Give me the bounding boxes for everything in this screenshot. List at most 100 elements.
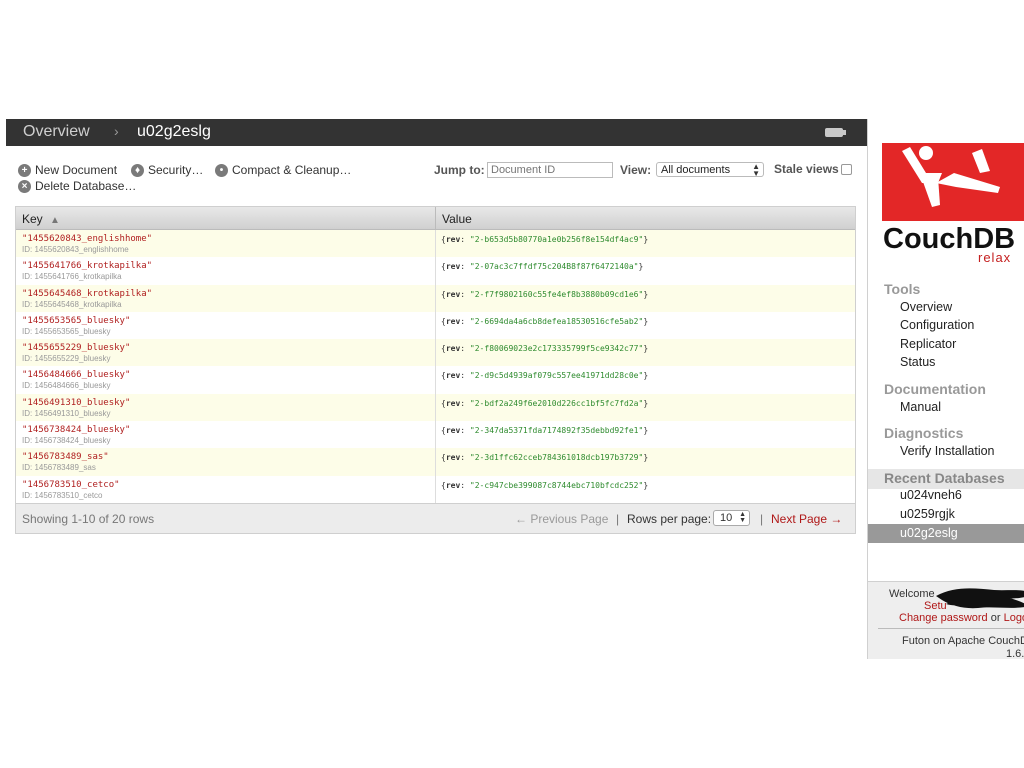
or-text: or (990, 612, 1001, 624)
row-key[interactable]: "1456738424_bluesky" (22, 425, 435, 436)
version-number: 1.6.1 (1006, 648, 1024, 659)
document-id-input[interactable] (487, 162, 613, 178)
sidebar-item-replicator[interactable]: Replicator (900, 337, 956, 351)
sidebar-item-status[interactable]: Status (900, 355, 935, 369)
row-key[interactable]: "1456491310_bluesky" (22, 398, 435, 409)
row-key[interactable]: "1455655229_bluesky" (22, 343, 435, 354)
key-cell: "1456738424_bluesky" ID: 1456738424_blue… (16, 421, 435, 448)
row-rev: "2-b653d5b80770a1e0b256f8e154df4ac9" (469, 235, 644, 244)
logo-tagline: relax (978, 250, 1011, 263)
sidebar-toggle-icon[interactable] (825, 128, 846, 137)
rev-label: rev (445, 344, 461, 354)
breadcrumb-separator: › (114, 123, 119, 139)
stale-views-checkbox[interactable] (841, 164, 852, 175)
table-row[interactable]: "1455620843_englishhome" ID: 1455620843_… (16, 230, 855, 258)
new-document-label: New Document (35, 163, 118, 177)
documentation-heading: Documentation (884, 381, 986, 397)
previous-page-link: ← Previous Page (515, 511, 609, 526)
value-cell: {rev: "2-347da5371fda7174892f35debbd92fe… (435, 421, 855, 449)
change-password-link[interactable]: Change password (899, 612, 988, 624)
rows-per-page-label: Rows per page: (627, 511, 712, 526)
row-id: ID: 1455620843_englishhome (22, 245, 129, 254)
key-column-header[interactable]: Key ▲ (16, 207, 435, 229)
shield-icon: ♦ (131, 163, 144, 177)
table-row[interactable]: "1456783489_sas" ID: 1456783489_sas {rev… (16, 448, 855, 476)
row-key[interactable]: "1455645468_krotkapilka" (22, 289, 435, 300)
security-button[interactable]: ♦ Security… (131, 163, 203, 177)
value-cell: {rev: "2-b653d5b80770a1e0b256f8e154df4ac… (435, 230, 855, 258)
table-row[interactable]: "1455641766_krotkapilka" ID: 1455641766_… (16, 257, 855, 285)
rev-label: rev (445, 480, 461, 490)
new-document-button[interactable]: + New Document (18, 163, 117, 177)
row-key[interactable]: "1455653565_bluesky" (22, 316, 435, 327)
row-key[interactable]: "1456484666_bluesky" (22, 370, 435, 381)
rev-label: rev (445, 262, 461, 272)
select-arrows-icon: ▲ ▼ (739, 510, 746, 524)
row-key[interactable]: "1456783510_cetco" (22, 480, 435, 491)
next-page-link[interactable]: Next Page → (771, 512, 842, 526)
table-row[interactable]: "1455645468_krotkapilka" ID: 1455645468_… (16, 284, 855, 312)
row-key[interactable]: "1455620843_englishhome" (22, 234, 435, 245)
row-key[interactable]: "1456783489_sas" (22, 452, 435, 463)
table-row[interactable]: "1456484666_bluesky" ID: 1456484666_blue… (16, 366, 855, 394)
account-links: Change password or Logou (899, 612, 1024, 624)
rev-label: rev (445, 316, 461, 326)
breadcrumb-overview[interactable]: Overview (23, 123, 90, 141)
value-cell: {rev: "2-f80069023e2c173335799f5ce9342c7… (435, 339, 855, 367)
sidebar-item-verify-installation[interactable]: Verify Installation (900, 444, 995, 458)
row-rev: "2-bdf2a249f6e2010d226cc1bf5fc7fd2a" (469, 398, 644, 408)
delete-icon: × (18, 179, 31, 193)
table-row[interactable]: "1456738424_bluesky" ID: 1456738424_blue… (16, 421, 855, 449)
rev-label: rev (445, 426, 461, 436)
row-rev: "2-07ac3c7ffdf75c204B8f87f6472140a" (469, 262, 639, 272)
recent-db-item[interactable]: u0259rgjk (900, 507, 955, 521)
key-cell: "1455645468_krotkapilka" ID: 1455645468_… (16, 285, 435, 312)
welcome-text: Welcome (889, 588, 935, 600)
sidebar-item-overview[interactable]: Overview (900, 300, 952, 314)
value-cell: {rev: "2-07ac3c7ffdf75c204B8f87f6472140a… (435, 257, 855, 285)
row-rev: "2-f80069023e2c173335799f5ce9342c77" (469, 344, 644, 354)
sidebar-item-manual[interactable]: Manual (900, 400, 941, 414)
stale-views-label: Stale views (774, 162, 839, 176)
sidebar: CouchDB relax Tools Overview Configurati… (867, 119, 1024, 659)
rev-label: rev (445, 235, 461, 244)
breadcrumb-database: u02g2eslg (137, 123, 211, 140)
row-id: ID: 1456783510_cetco (22, 490, 103, 500)
row-id: ID: 1455655229_bluesky (22, 354, 111, 364)
security-label: Security… (148, 163, 204, 177)
row-key[interactable]: "1455641766_krotkapilka" (22, 261, 435, 272)
value-cell: {rev: "2-3d1ffc62cceb784361018dcb197b372… (435, 448, 855, 476)
row-id: ID: 1456783489_sas (22, 463, 96, 473)
table-row[interactable]: "1456491310_bluesky" ID: 1456491310_blue… (16, 393, 855, 422)
logout-link[interactable]: Logou (1004, 612, 1024, 624)
key-cell: "1455620843_englishhome" ID: 1455620843_… (16, 230, 435, 257)
key-cell: "1456783489_sas" ID: 1456783489_sas (16, 448, 435, 475)
recent-db-item-selected[interactable]: u02g2eslg (868, 524, 1024, 543)
table-row[interactable]: "1455653565_bluesky" ID: 1455653565_blue… (16, 311, 855, 340)
sidebar-item-configuration[interactable]: Configuration (900, 318, 974, 332)
compact-cleanup-button[interactable]: • Compact & Cleanup… (215, 163, 351, 177)
top-bar: Overview › u02g2eslg (6, 119, 867, 146)
view-select[interactable]: All documents ▲ ▼ (656, 162, 764, 178)
table-header: Key ▲ Value (16, 207, 855, 230)
view-label: View: (620, 163, 652, 177)
row-count-status: Showing 1-10 of 20 rows (22, 511, 155, 526)
key-cell: "1455655229_bluesky" ID: 1455655229_blue… (16, 339, 435, 366)
compact-icon: • (215, 163, 228, 177)
recent-databases-heading: Recent Databases (868, 469, 1024, 489)
table-row[interactable]: "1456783510_cetco" ID: 1456783510_cetco … (16, 475, 855, 503)
delete-database-button[interactable]: × Delete Database… (18, 179, 136, 193)
table-row[interactable]: "1455655229_bluesky" ID: 1455655229_blue… (16, 339, 855, 367)
key-cell: "1456783510_cetco" ID: 1456783510_cetco (16, 476, 435, 503)
rev-label: rev (445, 453, 461, 463)
view-select-value: All documents (661, 164, 731, 176)
diagnostics-heading: Diagnostics (884, 425, 964, 441)
rows-per-page-select[interactable]: 10 ▲ ▼ (713, 509, 750, 526)
documents-table: Key ▲ Value "1455620843_englishhome" ID:… (15, 206, 856, 534)
recent-db-item[interactable]: u024vneh6 (900, 488, 962, 502)
value-column-header: Value (435, 207, 855, 229)
row-id: ID: 1455645468_krotkapilka (22, 299, 122, 309)
rev-label: rev (445, 371, 461, 381)
row-rev: "2-d9c5d4939af079c557ee41971dd28c0e" (469, 371, 644, 381)
rev-label: rev (445, 289, 461, 299)
